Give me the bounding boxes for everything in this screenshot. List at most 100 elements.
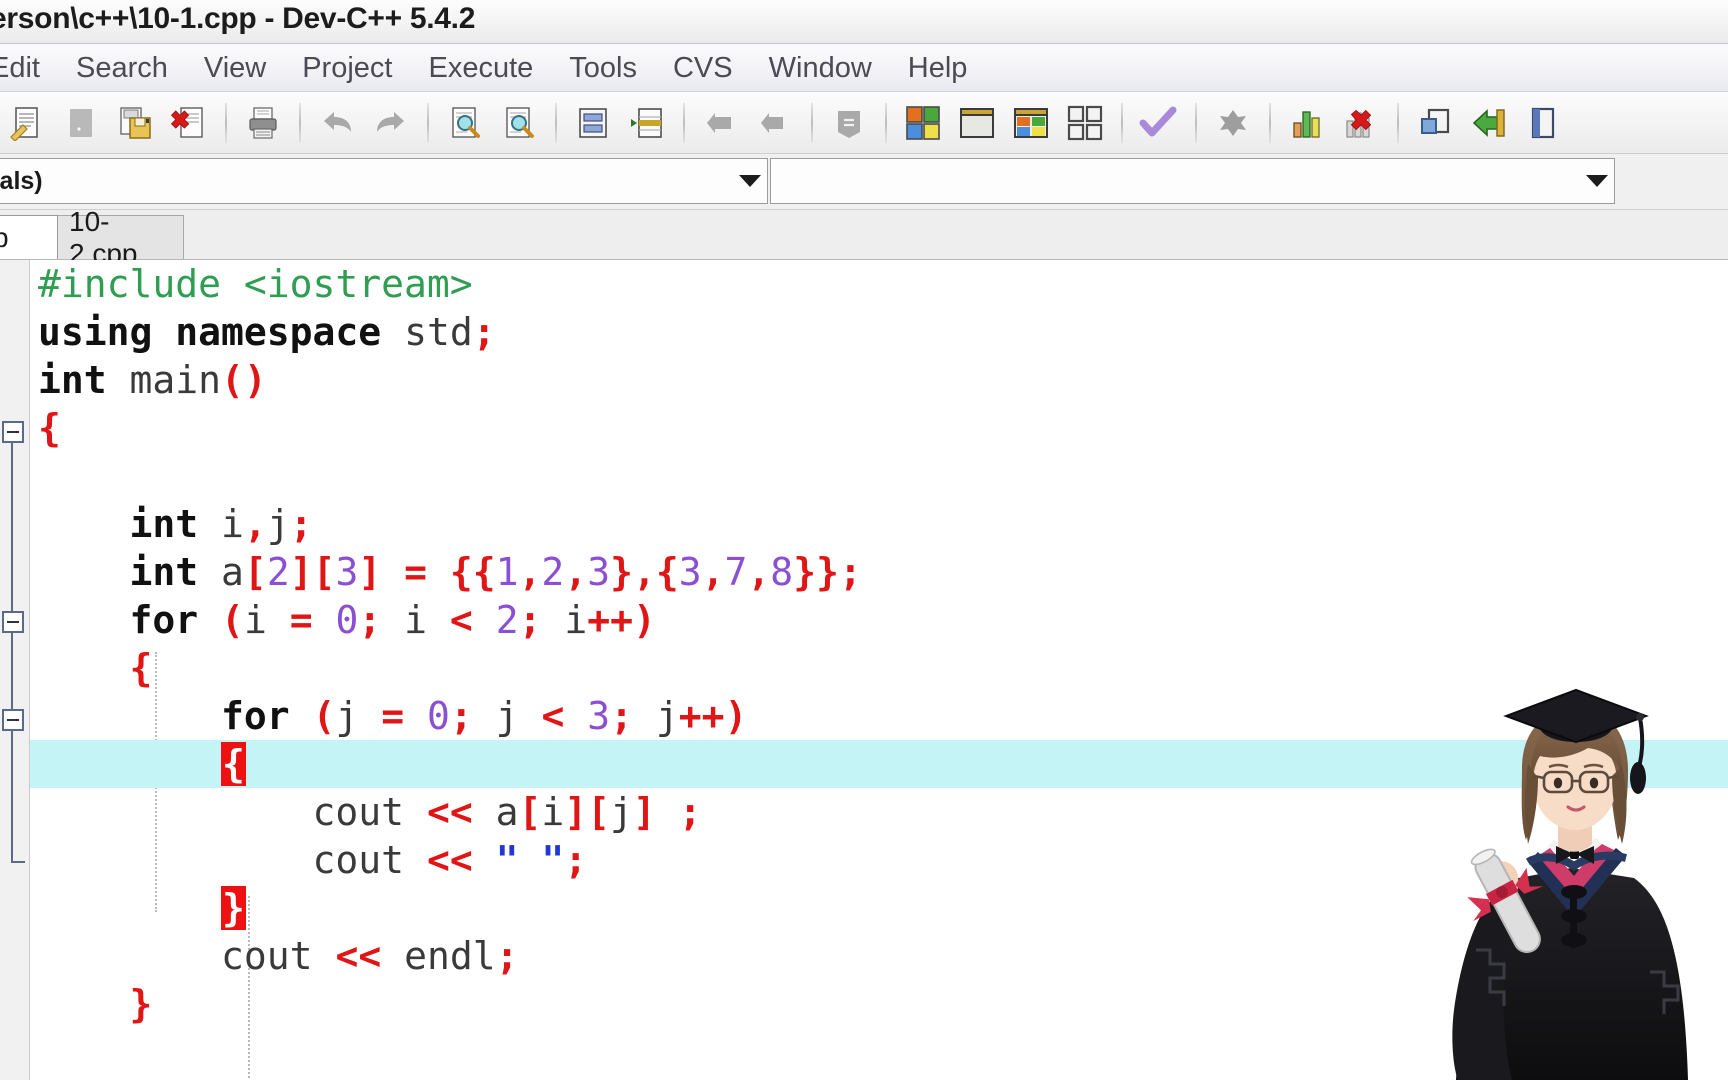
code-token: ( [312, 694, 336, 738]
menu-item-project[interactable]: Project [284, 44, 410, 91]
add-watch-icon[interactable] [1464, 98, 1514, 148]
code-token: for [221, 694, 290, 738]
member-combo[interactable] [770, 158, 1615, 204]
debug-icon[interactable] [1410, 98, 1460, 148]
menu-item-help[interactable]: Help [890, 44, 986, 91]
toggle-panel-icon[interactable] [1518, 98, 1568, 148]
toolbar-separator [1269, 102, 1271, 143]
code-text[interactable]: #include <iostream> using namespace std; i… [30, 260, 1728, 1080]
code-line[interactable]: { [30, 740, 1728, 788]
code-token: cout [312, 838, 405, 882]
rebuild-all-icon[interactable] [1060, 98, 1110, 148]
editor-tab-bar: pp 10-2.cpp [0, 206, 1728, 269]
code-token: 3 [678, 550, 702, 594]
code-line[interactable]: cout << a[i][j] ; [30, 788, 1728, 836]
new-file-icon[interactable] [2, 98, 52, 148]
code-token: 2 [266, 550, 290, 594]
code-line[interactable]: int i,j; [30, 500, 1728, 548]
toolbar-separator [555, 102, 557, 143]
find-replace-icon[interactable] [494, 98, 544, 148]
code-line[interactable]: #include <iostream> [30, 260, 1728, 308]
code-line[interactable]: } [30, 884, 1728, 932]
code-line[interactable]: } [30, 980, 1728, 1028]
code-line[interactable]: cout << endl; [30, 932, 1728, 980]
menu-item-execute[interactable]: Execute [410, 44, 551, 91]
insert-icon[interactable] [622, 98, 672, 148]
toolbar-separator [225, 102, 227, 143]
code-line[interactable]: int main() [30, 356, 1728, 404]
chevron-down-icon[interactable] [739, 175, 761, 187]
print-icon[interactable] [238, 98, 288, 148]
code-token: i [541, 790, 565, 834]
menu-item-window[interactable]: Window [751, 44, 890, 91]
code-line[interactable]: int a[2][3] = {{1,2,3},{3,7,8}}; [30, 548, 1728, 596]
code-token: using namespace [38, 310, 382, 354]
profile-icon[interactable] [1282, 98, 1332, 148]
toolbar-separator [811, 102, 813, 143]
fold-marker[interactable] [2, 421, 24, 443]
code-token: 0 [335, 598, 359, 642]
toolbar-separator [885, 102, 887, 143]
code-token: 0 [427, 694, 450, 738]
code-token: i [243, 598, 267, 642]
code-token: i [198, 502, 244, 546]
code-token: 7 [724, 550, 748, 594]
redo-icon[interactable] [366, 98, 416, 148]
code-line[interactable]: for (i = 0; i < 2; i++) [30, 596, 1728, 644]
code-token: ][ [564, 790, 611, 834]
tab-10-1-cpp[interactable]: pp [0, 215, 58, 259]
chevron-down-icon[interactable] [1586, 175, 1608, 187]
code-token: ] [632, 790, 656, 834]
toggle-bookmark-icon[interactable] [824, 98, 874, 148]
menu-item-cvs[interactable]: CVS [655, 44, 751, 91]
save-icon[interactable] [110, 98, 160, 148]
code-token: ; [610, 694, 633, 738]
code-token: << [426, 838, 473, 882]
find-icon[interactable] [440, 98, 490, 148]
stop-execution-icon[interactable] [1208, 98, 1258, 148]
syntax-check-icon[interactable] [1134, 98, 1184, 148]
goto-line-icon[interactable] [568, 98, 618, 148]
undo-icon[interactable] [312, 98, 362, 148]
open-file-icon[interactable] [56, 98, 106, 148]
code-token: i [381, 598, 450, 642]
run-icon[interactable] [952, 98, 1002, 148]
code-token: 3 [587, 550, 611, 594]
code-token: ++) [587, 598, 656, 642]
compile-icon[interactable] [898, 98, 948, 148]
editor-gutter[interactable] [0, 260, 30, 1080]
scope-combo[interactable]: obals) [0, 158, 768, 204]
code-line[interactable]: { [30, 644, 1728, 692]
menu-item-search[interactable]: Search [58, 44, 186, 91]
close-file-icon[interactable] [164, 98, 214, 148]
fold-marker[interactable] [2, 611, 24, 633]
delete-profile-icon[interactable] [1336, 98, 1386, 148]
code-line[interactable] [30, 452, 1728, 500]
code-token: std [404, 310, 473, 354]
code-line[interactable]: using namespace std; [30, 308, 1728, 356]
back-icon[interactable] [696, 98, 746, 148]
fold-marker[interactable] [2, 709, 24, 731]
tool-bar [0, 92, 1728, 154]
code-line[interactable]: { [30, 404, 1728, 452]
code-editor[interactable]: #include <iostream> using namespace std; i… [0, 260, 1728, 1080]
forward-icon[interactable] [750, 98, 800, 148]
tab-10-2-cpp[interactable]: 10-2.cpp [56, 206, 184, 269]
code-line[interactable]: for (j = 0; j < 3; j++) [30, 692, 1728, 740]
compile-run-icon[interactable] [1006, 98, 1056, 148]
menu-item-tools[interactable]: Tools [551, 44, 655, 91]
menu-item-view[interactable]: View [186, 44, 284, 91]
menu-item-edit[interactable]: Edit [0, 44, 58, 91]
code-line[interactable]: cout << " "; [30, 836, 1728, 884]
fold-line [11, 731, 13, 861]
code-token: cout [221, 934, 313, 978]
tab-label: pp [0, 221, 9, 253]
